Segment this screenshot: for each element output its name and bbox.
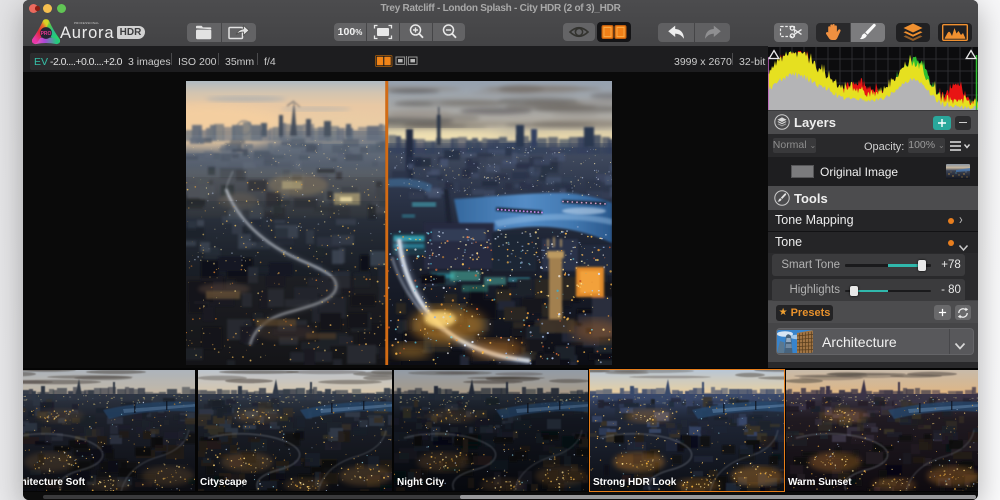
svg-text:PRO: PRO [41,31,52,37]
